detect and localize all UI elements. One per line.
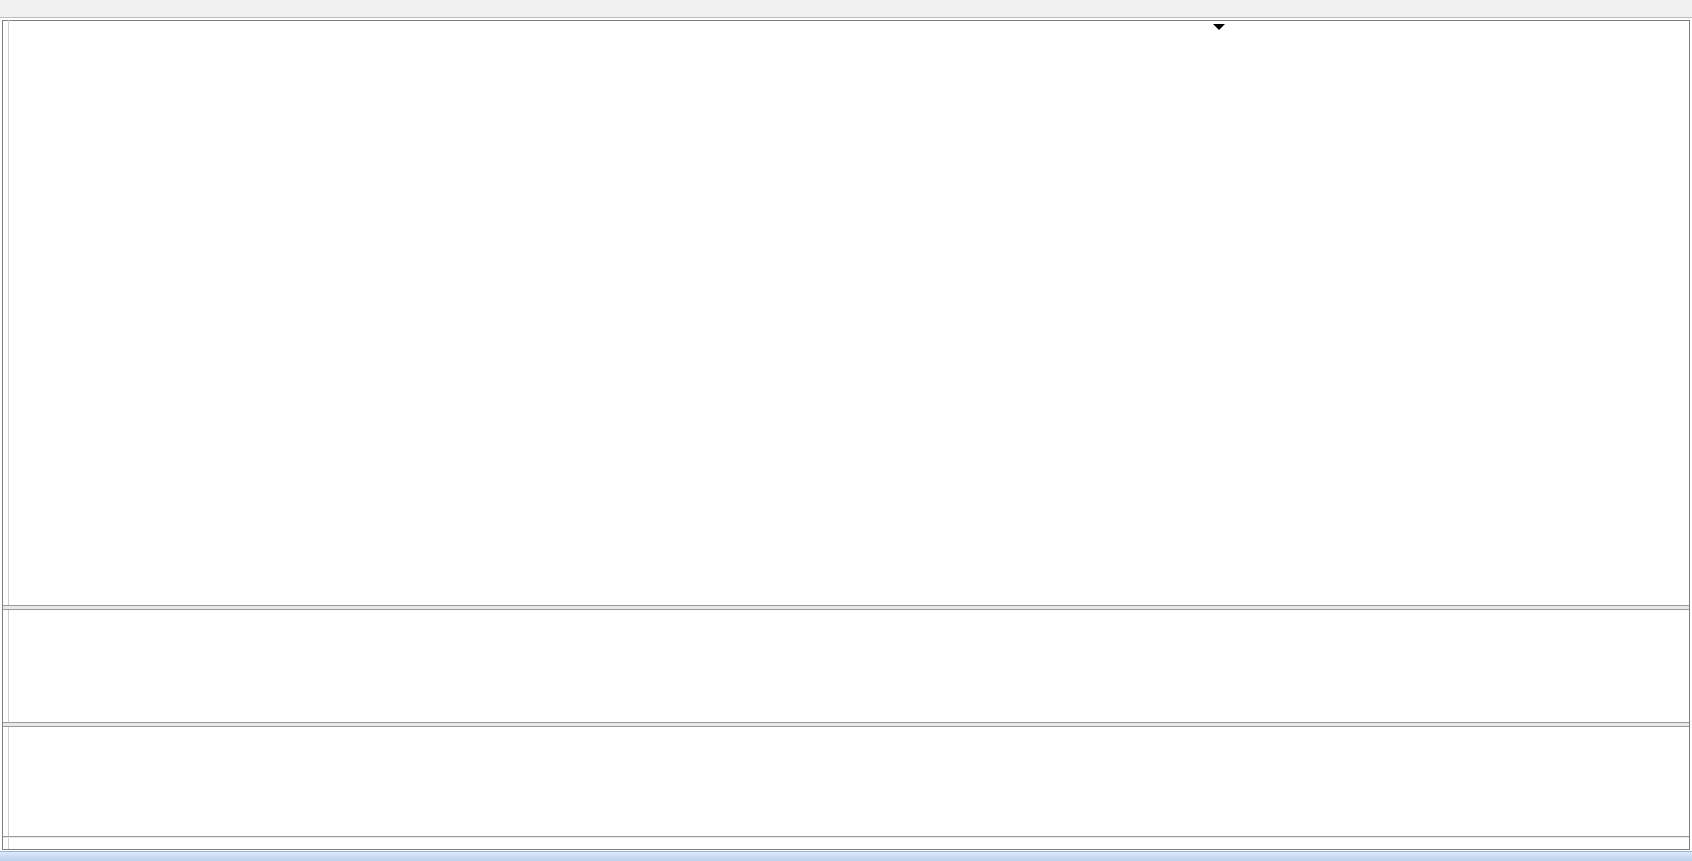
chart-shift-marker-icon[interactable]: [1213, 24, 1225, 30]
macd-panel-separator[interactable]: [3, 605, 1689, 610]
chart-title: [14, 25, 32, 37]
rsi-panel-separator[interactable]: [3, 722, 1689, 727]
time-axis-separator: [3, 836, 1689, 838]
toolbar: [0, 0, 1692, 18]
window-bottom-edge: [0, 851, 1692, 861]
mt4-terminal: [0, 0, 1692, 861]
